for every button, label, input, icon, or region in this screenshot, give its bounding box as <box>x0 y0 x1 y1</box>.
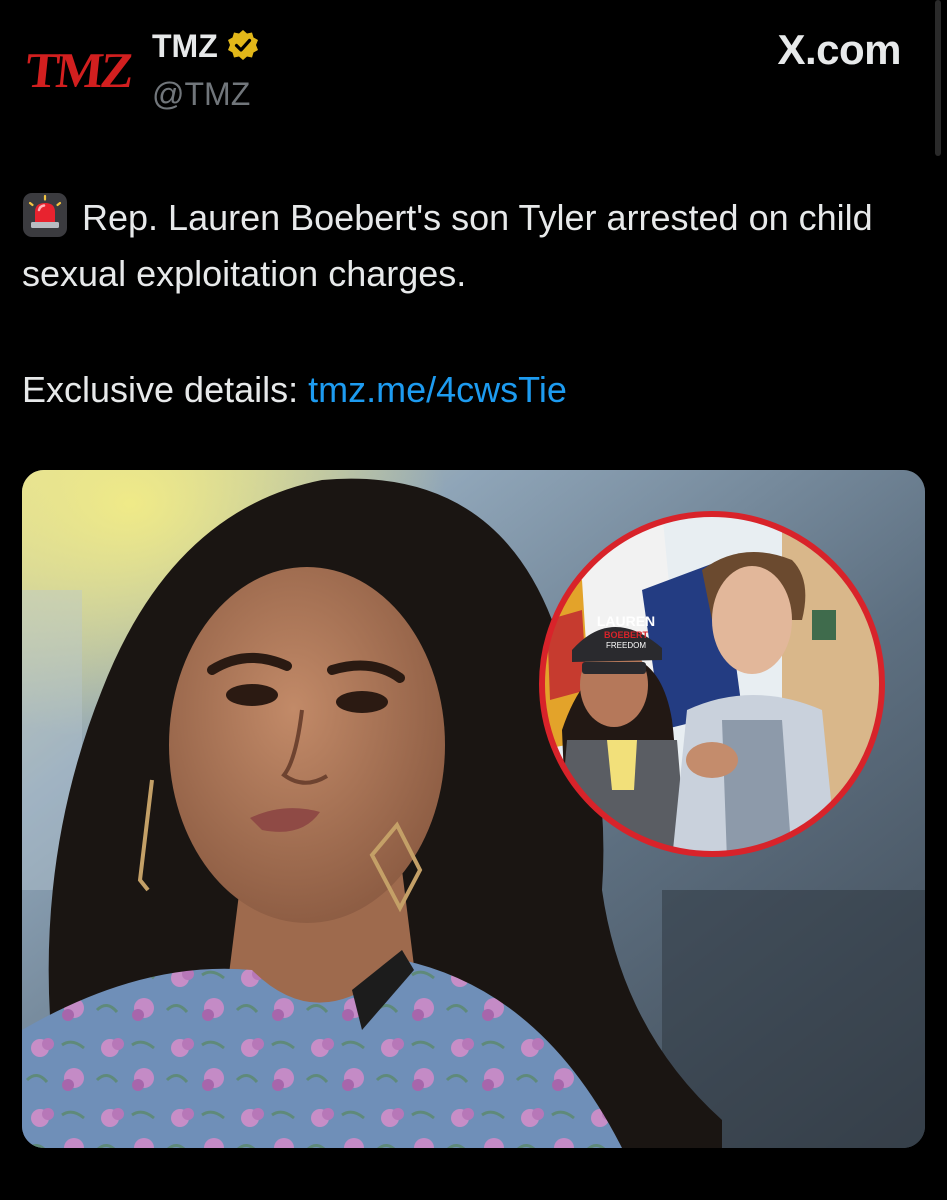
post-header: TMZ TMZ @TMZ X.com <box>0 0 947 156</box>
verified-badge-icon <box>227 30 258 60</box>
details-line: Exclusive details: tmz.me/4cwsTie <box>22 362 567 418</box>
cap-text-bottom: FREEDOM <box>606 641 646 650</box>
site-brand: X.com <box>777 26 901 73</box>
account-name[interactable]: TMZ <box>152 28 218 65</box>
post-media-image[interactable]: LAUREN BOEBERT FREEDOM <box>22 470 925 1148</box>
post-headline: Rep. Lauren Boebert's son Tyler arrested… <box>22 190 922 302</box>
cap-text-top: LAUREN <box>597 613 655 629</box>
cap-text-mid: BOEBERT <box>604 630 649 640</box>
siren-icon <box>23 193 67 237</box>
media-illustration: LAUREN BOEBERT FREEDOM <box>22 470 925 1148</box>
details-prefix: Exclusive details: <box>22 369 299 410</box>
account-name-row: TMZ <box>152 26 260 66</box>
scrollbar[interactable] <box>935 0 941 156</box>
headline-text: Rep. Lauren Boebert's son Tyler arrested… <box>22 197 873 294</box>
details-link[interactable]: tmz.me/4cwsTie <box>308 369 567 410</box>
tmz-logo[interactable]: TMZ <box>23 42 134 98</box>
account-handle[interactable]: @TMZ <box>152 76 250 113</box>
